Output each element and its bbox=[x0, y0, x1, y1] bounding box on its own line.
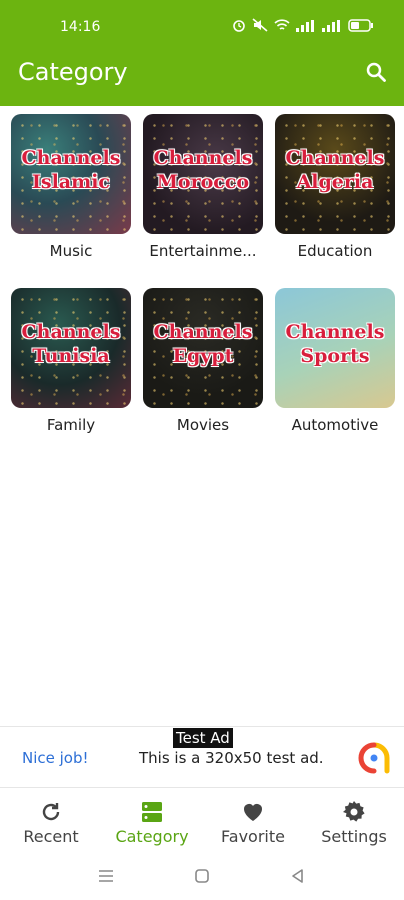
status-bar: 14:16 bbox=[0, 0, 404, 42]
nav-label: Recent bbox=[23, 827, 79, 846]
page-title: Category bbox=[18, 58, 128, 86]
category-thumbnail[interactable]: Channels Morocco bbox=[143, 114, 263, 234]
refresh-icon bbox=[39, 800, 63, 824]
ad-cta[interactable]: Nice job! bbox=[22, 749, 89, 767]
app-bar: Category bbox=[0, 42, 404, 106]
status-time: 14:16 bbox=[60, 19, 101, 35]
system-navigation-bar bbox=[0, 856, 404, 900]
wifi-icon bbox=[274, 18, 290, 37]
category-label: Automotive bbox=[291, 416, 379, 434]
thumb-text: Egypt bbox=[172, 345, 234, 367]
category-tile-music[interactable]: Channels Islamic Music bbox=[11, 114, 131, 260]
category-label: Movies bbox=[176, 416, 230, 434]
nav-favorite[interactable]: Favorite bbox=[208, 800, 298, 846]
thumb-text: Channels bbox=[153, 321, 253, 343]
thumb-text: Sports bbox=[300, 345, 370, 367]
signal-icon-2 bbox=[322, 19, 342, 37]
nav-label: Favorite bbox=[221, 827, 285, 846]
category-thumbnail[interactable]: Channels Egypt bbox=[143, 288, 263, 408]
back-icon[interactable] bbox=[288, 866, 308, 886]
category-icon bbox=[140, 800, 164, 824]
nav-settings[interactable]: Settings bbox=[309, 800, 399, 846]
category-label: Entertainme... bbox=[149, 242, 257, 260]
menu-icon[interactable] bbox=[96, 866, 116, 886]
admob-logo-icon bbox=[358, 742, 390, 774]
thumb-text: Morocco bbox=[156, 171, 250, 193]
status-icons bbox=[232, 18, 374, 37]
nav-label: Settings bbox=[321, 827, 387, 846]
battery-icon bbox=[348, 18, 374, 37]
thumb-text: Channels bbox=[21, 321, 121, 343]
mute-icon bbox=[252, 18, 268, 37]
thumb-text: Channels bbox=[153, 147, 253, 169]
category-tile-education[interactable]: Channels Algeria Education bbox=[275, 114, 395, 260]
test-ad-tag: Test Ad bbox=[173, 728, 233, 748]
heart-icon bbox=[241, 800, 265, 824]
thumb-text: Channels bbox=[21, 147, 121, 169]
nav-category[interactable]: Category bbox=[107, 800, 197, 846]
category-label: Education bbox=[297, 242, 373, 260]
category-thumbnail[interactable]: Channels Algeria bbox=[275, 114, 395, 234]
thumb-text: Channels bbox=[285, 147, 385, 169]
category-label: Family bbox=[46, 416, 96, 434]
alarm-icon bbox=[232, 18, 246, 37]
nav-recent[interactable]: Recent bbox=[6, 800, 96, 846]
ad-banner[interactable]: Test Ad Nice job! This is a 320x50 test … bbox=[0, 726, 404, 788]
thumb-text: Channels bbox=[285, 321, 385, 343]
thumb-text: Islamic bbox=[31, 171, 110, 193]
category-thumbnail[interactable]: Channels Sports bbox=[275, 288, 395, 408]
nav-label: Category bbox=[115, 827, 189, 846]
category-label: Music bbox=[49, 242, 93, 260]
bottom-navigation: Recent Category Favorite Settings bbox=[0, 790, 404, 852]
signal-icon bbox=[296, 19, 316, 37]
category-thumbnail[interactable]: Channels Islamic bbox=[11, 114, 131, 234]
ad-description: This is a 320x50 test ad. bbox=[139, 749, 324, 767]
search-icon[interactable] bbox=[364, 60, 388, 84]
thumb-text: Tunisia bbox=[32, 345, 110, 367]
gear-icon bbox=[342, 800, 366, 824]
category-tile-automotive[interactable]: Channels Sports Automotive bbox=[275, 288, 395, 434]
thumb-text: Algeria bbox=[296, 171, 374, 193]
category-tile-movies[interactable]: Channels Egypt Movies bbox=[143, 288, 263, 434]
home-icon[interactable] bbox=[192, 866, 212, 886]
category-tile-entertainment[interactable]: Channels Morocco Entertainme... bbox=[143, 114, 263, 260]
category-thumbnail[interactable]: Channels Tunisia bbox=[11, 288, 131, 408]
category-tile-family[interactable]: Channels Tunisia Family bbox=[11, 288, 131, 434]
